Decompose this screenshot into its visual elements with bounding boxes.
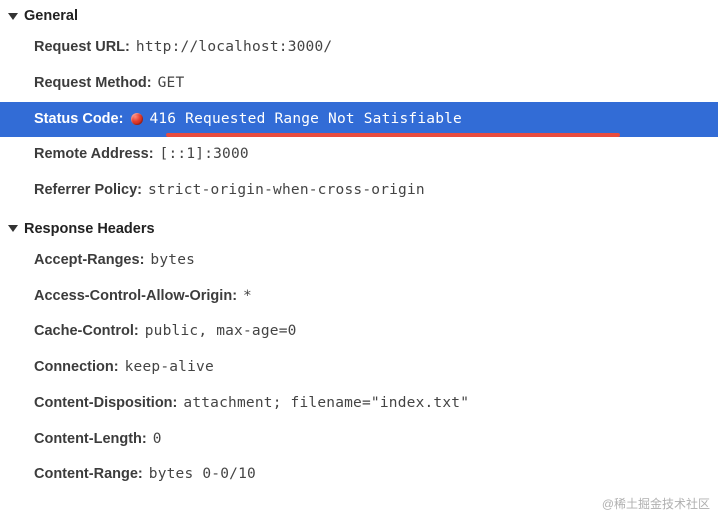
colon: : [232,286,243,308]
row-accept-ranges[interactable]: Accept-Ranges: bytes [0,243,718,279]
section-title: Response Headers [24,221,155,237]
watermark: @稀土掘金技术社区 [602,495,710,512]
field-label: Request Method [34,73,147,95]
field-value: GET [158,73,185,95]
general-rows: Request URL: http://localhost:3000/ Requ… [0,30,718,215]
field-label: Content-Disposition [34,393,173,415]
colon: : [142,429,153,451]
row-content-range[interactable]: Content-Range: bytes 0-0/10 [0,457,718,493]
colon: : [149,144,160,166]
row-request-method[interactable]: Request Method: GET [0,66,718,102]
field-value: * [243,286,252,308]
field-label: Status Code [34,109,119,131]
annotation-underline [166,133,620,137]
field-label: Cache-Control [34,321,134,343]
field-value: 0 [153,429,162,451]
field-label: Accept-Ranges [34,250,140,272]
colon: : [173,393,184,415]
chevron-down-icon [8,225,18,232]
row-referrer-policy[interactable]: Referrer Policy: strict-origin-when-cros… [0,173,718,209]
row-content-disposition[interactable]: Content-Disposition: attachment; filenam… [0,386,718,422]
row-request-url[interactable]: Request URL: http://localhost:3000/ [0,30,718,66]
field-label: Content-Range [34,464,138,486]
colon: : [125,37,136,59]
field-label: Remote Address [34,144,149,166]
field-value: public, max-age=0 [145,321,297,343]
field-value: bytes [150,250,195,272]
row-content-length[interactable]: Content-Length: 0 [0,422,718,458]
field-value: strict-origin-when-cross-origin [148,180,425,202]
row-cache-control[interactable]: Cache-Control: public, max-age=0 [0,314,718,350]
colon: : [138,464,149,486]
colon: : [137,180,148,202]
field-value: 416 Requested Range Not Satisfiable [149,109,462,131]
field-label: Connection [34,357,114,379]
colon: : [147,73,158,95]
section-title: General [24,8,78,24]
section-header-response-headers[interactable]: Response Headers [0,215,718,243]
field-value: bytes 0-0/10 [149,464,256,486]
colon: : [119,109,130,131]
field-label: Request URL [34,37,125,59]
row-status-code[interactable]: Status Code: 416 Requested Range Not Sat… [0,102,718,138]
response-headers-rows: Accept-Ranges: bytes Access-Control-Allo… [0,243,718,499]
field-value: attachment; filename="index.txt" [183,393,469,415]
status-error-icon [131,113,143,125]
field-label: Referrer Policy [34,180,137,202]
colon: : [140,250,151,272]
colon: : [134,321,145,343]
field-label: Content-Length [34,429,142,451]
chevron-down-icon [8,13,18,20]
section-header-general[interactable]: General [0,0,718,30]
field-value: http://localhost:3000/ [136,37,332,59]
colon: : [114,357,125,379]
row-connection[interactable]: Connection: keep-alive [0,350,718,386]
field-value: keep-alive [125,357,214,379]
field-label: Access-Control-Allow-Origin [34,286,232,308]
field-value: [::1]:3000 [160,144,249,166]
row-access-control-allow-origin[interactable]: Access-Control-Allow-Origin: * [0,279,718,315]
row-remote-address[interactable]: Remote Address: [::1]:3000 [0,137,718,173]
